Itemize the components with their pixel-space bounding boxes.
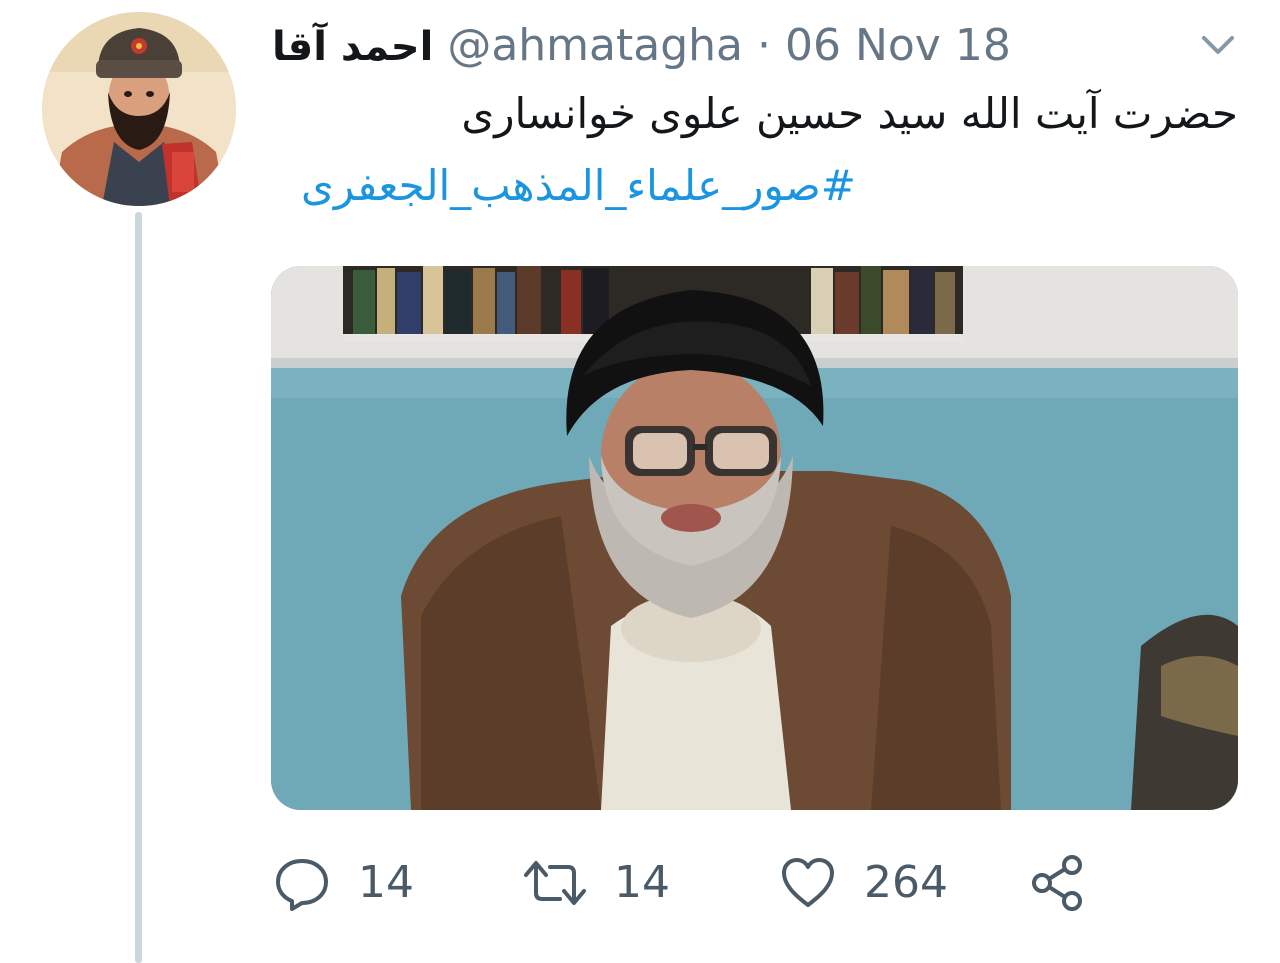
avatar-portrait-image [42,12,236,206]
author-display-name[interactable]: احمد آقا [272,24,433,70]
tweet-header: احمد آقا @ahmatagha · 06 Nov 18 [272,16,1172,76]
retweet-count: 14 [614,857,670,908]
author-handle[interactable]: @ahmatagha [447,20,743,71]
reply-count: 14 [358,857,414,908]
comment-bubble-icon [276,859,328,911]
header-separator: · [756,20,771,71]
thread-connector-line [135,212,142,963]
tweet-date[interactable]: 06 Nov 18 [785,20,1011,71]
retweet-button[interactable]: 14 [522,848,670,918]
tweet-photo[interactable] [271,266,1238,810]
chevron-down-icon [1202,36,1234,54]
tweet-text: حضرت آیت الله سید حسین علوی خوانساری [461,89,1238,138]
heart-icon [782,858,834,907]
share-nodes-icon [1032,855,1082,911]
like-count: 264 [864,857,948,908]
photo-image [271,266,1238,810]
share-button[interactable] [1028,848,1088,918]
like-button[interactable]: 264 [778,848,948,918]
tweet-actions-bar: 14 14 264 [272,848,1132,918]
hashtag-link[interactable]: #صور_علماء_المذهب_الجعفری [301,156,856,216]
reply-button[interactable]: 14 [272,848,414,918]
retweet-arrows-icon [524,861,586,905]
tweet-menu-button[interactable] [1196,28,1240,64]
author-avatar[interactable] [42,12,236,206]
